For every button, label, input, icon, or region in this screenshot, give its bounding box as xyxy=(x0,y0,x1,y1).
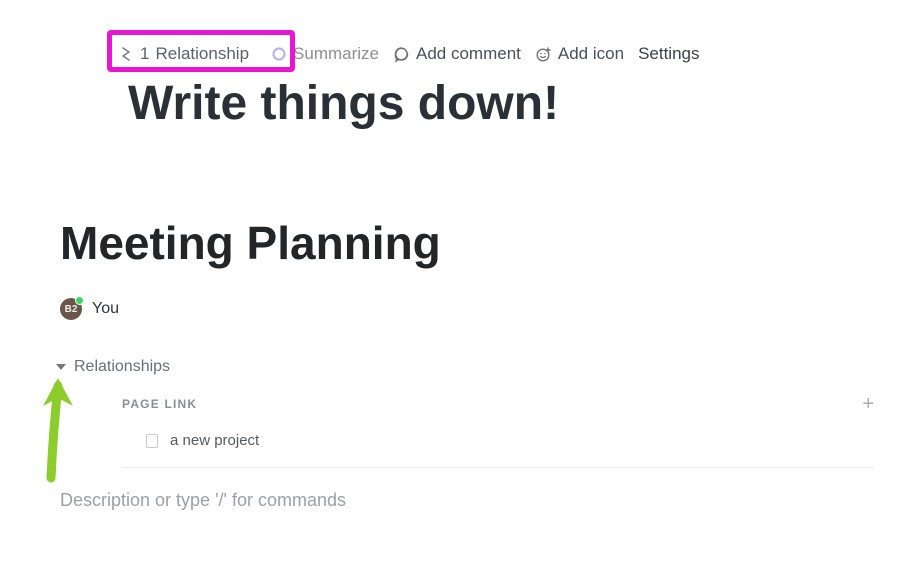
add-icon-button[interactable]: Add icon xyxy=(535,44,624,64)
relationship-label: Relationship xyxy=(155,44,249,64)
add-icon-label: Add icon xyxy=(558,44,624,64)
settings-label: Settings xyxy=(638,44,699,64)
relationship-count: 1 xyxy=(140,44,149,64)
relationship-icon xyxy=(118,46,134,62)
document-icon xyxy=(146,434,158,448)
relationships-section-toggle[interactable]: Relationships xyxy=(0,320,910,376)
chevron-down-icon xyxy=(56,364,66,370)
description-input[interactable] xyxy=(0,468,700,511)
author-row: B2 You xyxy=(0,270,910,320)
add-comment-button[interactable]: Add comment xyxy=(393,44,521,64)
summarize-icon xyxy=(271,46,287,62)
relationship-chip[interactable]: 1 Relationship xyxy=(110,40,257,68)
page-link-item-title: a new project xyxy=(170,432,259,449)
avatar[interactable]: B2 xyxy=(60,298,82,320)
page-title: Meeting Planning xyxy=(0,131,910,270)
comment-icon xyxy=(393,46,410,63)
page-toolbar: 1 Relationship Summarize Add comment Add… xyxy=(0,0,910,68)
add-comment-label: Add comment xyxy=(416,44,521,64)
banner-title: Write things down! xyxy=(0,68,910,131)
settings-button[interactable]: Settings xyxy=(638,44,699,64)
add-page-link-button[interactable]: + xyxy=(862,394,874,414)
add-icon-icon xyxy=(535,46,552,63)
author-name: You xyxy=(92,300,119,318)
page-link-label: PAGE LINK xyxy=(122,397,197,411)
page-link-item[interactable]: a new project xyxy=(0,414,910,449)
summarize-button[interactable]: Summarize xyxy=(271,44,379,64)
page-link-header: PAGE LINK + xyxy=(0,376,910,414)
summarize-label: Summarize xyxy=(293,44,379,64)
relationships-section-label: Relationships xyxy=(74,358,170,376)
